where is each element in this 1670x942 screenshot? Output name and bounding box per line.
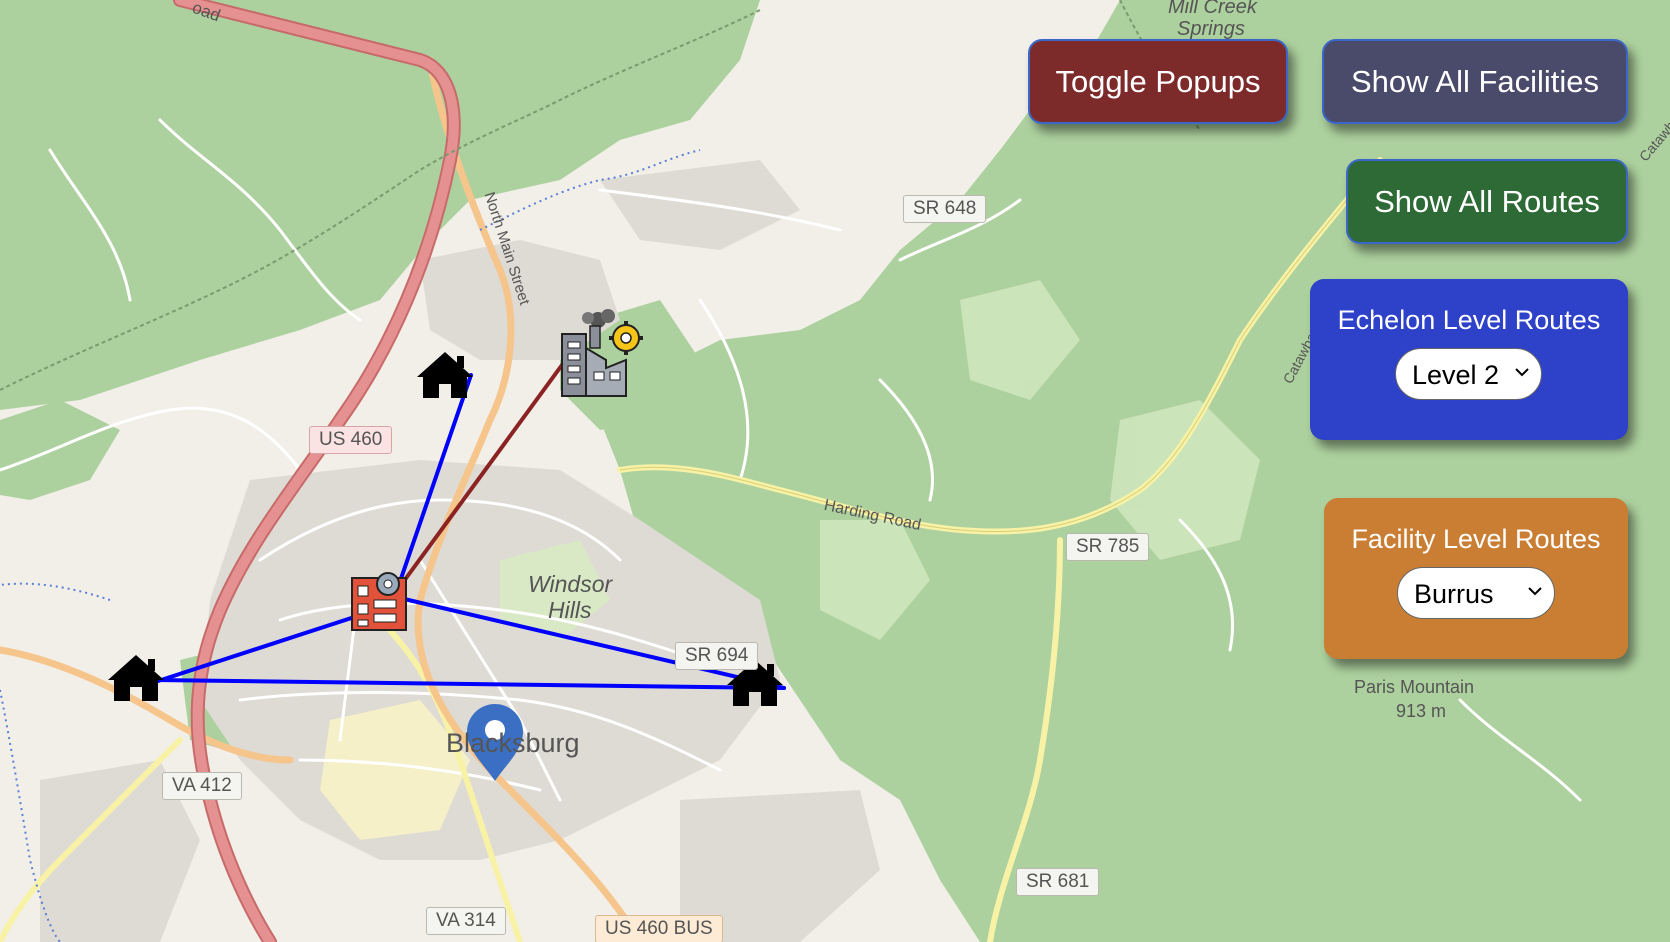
place-label-elevation: 913 m <box>1396 701 1447 721</box>
shield-sr785: SR 785 <box>1066 533 1150 561</box>
map[interactable]: oad Mill Creek Springs North Main Street… <box>0 0 1670 942</box>
place-label-mill-creek: Mill Creek <box>1168 0 1257 18</box>
chevron-down-icon <box>1528 587 1542 596</box>
shield-sr681: SR 681 <box>1016 868 1100 896</box>
echelon-level-panel: Echelon Level Routes Level 2 <box>1310 279 1628 440</box>
shield-us460-bus: US 460 BUS <box>595 915 723 942</box>
facility-panel-title: Facility Level Routes <box>1351 524 1601 554</box>
shield-sr648: SR 648 <box>903 195 987 223</box>
facility-icon[interactable] <box>351 572 407 631</box>
echelon-panel-title: Echelon Level Routes <box>1337 305 1601 335</box>
facility-selected-value: Burrus <box>1414 579 1494 609</box>
facility-level-panel: Facility Level Routes Burrus <box>1324 498 1628 659</box>
place-label-paris-mountain: Paris Mountain <box>1354 677 1475 697</box>
echelon-level-select[interactable]: Level 2 <box>1395 348 1542 400</box>
echelon-selected-value: Level 2 <box>1412 360 1500 390</box>
shield-sr694: SR 694 <box>675 642 759 670</box>
place-label-springs: Springs <box>1177 18 1245 40</box>
place-label-hills: Hills <box>548 597 592 623</box>
map-tiles[interactable] <box>0 0 1670 942</box>
show-all-routes-button[interactable]: Show All Routes <box>1346 159 1628 244</box>
shield-us460: US 460 <box>309 426 393 454</box>
place-label-blacksburg: Blacksburg <box>446 728 580 758</box>
show-all-facilities-button[interactable]: Show All Facilities <box>1322 39 1628 124</box>
place-label-windsor: Windsor <box>528 571 613 597</box>
toggle-popups-button[interactable]: Toggle Popups <box>1028 39 1288 124</box>
chevron-down-icon <box>1515 368 1529 377</box>
shield-va412: VA 412 <box>162 772 242 800</box>
facility-level-select[interactable]: Burrus <box>1397 567 1555 619</box>
shield-va314: VA 314 <box>426 907 506 935</box>
